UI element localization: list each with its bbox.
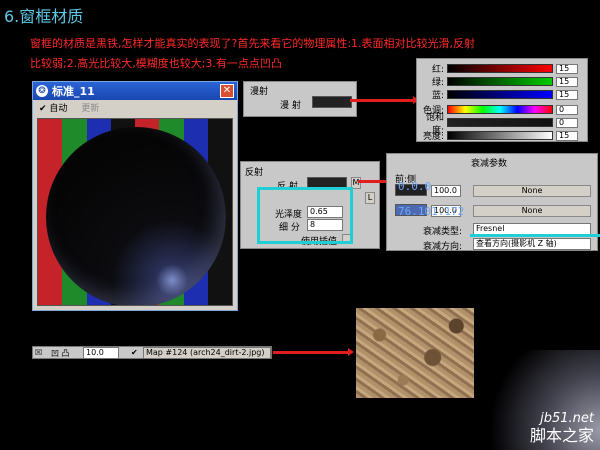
- front-map-button[interactable]: None: [473, 185, 591, 197]
- falloff-type-label: 衰减类型:: [423, 227, 463, 237]
- green-track[interactable]: [447, 77, 553, 86]
- arrow-bump: [273, 348, 354, 356]
- blue-label: 蓝:: [431, 91, 444, 101]
- reflect-header: 反射: [245, 168, 264, 178]
- bump-map-row: ☒ 凹 凸 10.0 ✔ Map #124 (arch24_dirt-2.jpg…: [32, 346, 272, 359]
- red-label: 红:: [431, 65, 444, 75]
- app-icon: ❂: [36, 85, 48, 97]
- bump-map-button[interactable]: Map #124 (arch24_dirt-2.jpg): [143, 347, 271, 359]
- diffuse-header: 漫射: [250, 87, 269, 97]
- green-value[interactable]: 15: [556, 76, 578, 87]
- diffuse-label: 漫 射: [280, 101, 301, 111]
- bump-checkbox[interactable]: ☒: [35, 348, 42, 357]
- auto-label: 自动: [49, 103, 68, 114]
- blue-slider[interactable]: 蓝: 15: [421, 89, 578, 101]
- dirt-texture-image: [356, 308, 474, 398]
- saturation-track[interactable]: [447, 118, 553, 127]
- brightness-slider[interactable]: 亮度: 15: [421, 130, 578, 142]
- fresnel-underline: [470, 234, 600, 237]
- red-slider[interactable]: 红: 15: [421, 63, 578, 75]
- side-map-button[interactable]: None: [473, 205, 591, 217]
- window-menubar: ✔ 自动 更新: [33, 100, 237, 114]
- front-amount-input[interactable]: 100.0: [431, 185, 461, 197]
- checker-background: [37, 118, 233, 306]
- auto-checkbox[interactable]: ✔ 自动: [39, 101, 67, 114]
- intro-line-1: 窗框的材质是黑铁,怎样才能真实的表现了?首先来看它的物理属性:1.表面相对比较光…: [30, 37, 476, 50]
- brightness-label: 亮度:: [422, 132, 444, 142]
- green-slider[interactable]: 绿: 15: [421, 76, 578, 88]
- saturation-value[interactable]: 0: [556, 117, 578, 128]
- diffuse-panel: 漫射 漫 射: [243, 81, 357, 117]
- close-icon: ✕: [222, 85, 232, 96]
- bump-amount-input[interactable]: 10.0: [83, 347, 119, 359]
- page-heading: 6.窗框材质: [4, 7, 84, 26]
- watermark-name: 脚本之家: [529, 426, 594, 445]
- arrow-diffuse: [350, 96, 419, 104]
- window-titlebar[interactable]: ❂ 标准_11: [33, 82, 237, 100]
- material-sphere: [46, 127, 226, 305]
- red-track[interactable]: [447, 64, 553, 73]
- blue-track[interactable]: [447, 90, 553, 99]
- brightness-track[interactable]: [447, 131, 553, 140]
- bump-label: 凹 凸: [51, 349, 70, 358]
- brightness-value[interactable]: 15: [556, 130, 578, 141]
- close-button[interactable]: ✕: [220, 84, 234, 98]
- overlay-number-2: 76.101.172: [398, 205, 465, 218]
- blue-value[interactable]: 15: [556, 89, 578, 100]
- falloff-header: 衰减参数: [471, 159, 508, 169]
- highlight-box-gloss: [257, 187, 353, 244]
- green-label: 绿:: [431, 78, 444, 88]
- overlay-number-1: 0.0.0: [398, 180, 432, 193]
- hue-value[interactable]: 0: [556, 104, 578, 115]
- lock-button[interactable]: L: [365, 192, 375, 204]
- hue-track[interactable]: [447, 105, 553, 114]
- diffuse-color-swatch[interactable]: [312, 96, 352, 108]
- material-preview-window: ❂ 标准_11 ✕ ✔ 自动 更新: [32, 81, 238, 311]
- falloff-dir-label: 衰减方向:: [423, 242, 463, 252]
- window-title: 标准_11: [52, 85, 95, 98]
- red-value[interactable]: 15: [556, 63, 578, 74]
- color-picker-panel: 红: 15 绿: 15 蓝: 15 色调: 0 饱和度: 0 亮度: 15: [416, 58, 588, 142]
- falloff-dir-select[interactable]: 查看方向(摄影机 Z 轴): [473, 238, 591, 250]
- saturation-slider[interactable]: 饱和度: 0: [421, 113, 578, 136]
- update-button[interactable]: 更新: [81, 101, 99, 114]
- bump-enable-check[interactable]: ✔: [131, 348, 138, 357]
